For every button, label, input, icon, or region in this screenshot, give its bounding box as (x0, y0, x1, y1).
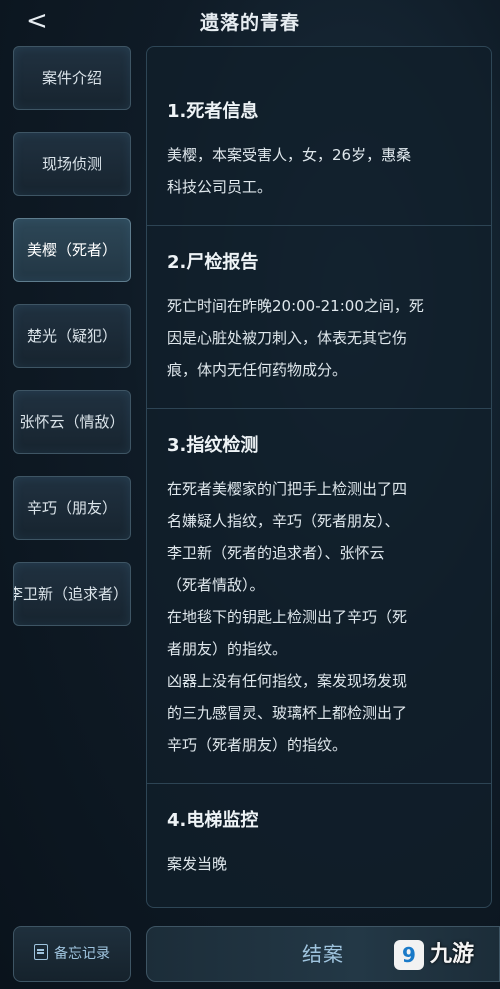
text-line: 案发当晚 (167, 855, 228, 873)
section-title-fingerprint: 3.指纹检测 (167, 435, 259, 456)
logo-text: 九游 (430, 942, 475, 967)
text-line: 死亡时间在昨晚20:00-21:00之间，死 (167, 297, 424, 315)
memo-button[interactable]: 备忘记录 (13, 926, 131, 982)
text-line: 李卫新（死者的追求者）、张怀云 (167, 544, 385, 562)
section-body-autopsy: 死亡时间在昨晚20:00-21:00之间，死 因是心脏处被刀刺入，体表无其它伤 … (167, 290, 475, 386)
section-title-elevator: 4.电梯监控 (167, 810, 259, 831)
text-line: 在死者美樱家的门把手上检测出了四 (167, 480, 408, 498)
sidebar-item-chuguang[interactable]: 楚光（疑犯） (13, 304, 131, 368)
section-divider (147, 225, 491, 226)
watermark-logo: 9 九游 (394, 936, 494, 976)
text-line: 辛巧（死者朋友）的指纹。 (167, 736, 348, 754)
case-detail-content: 1.死者信息 美樱，本案受害人，女，26岁，惠桑 科技公司员工。 2.尸检报告 … (147, 97, 491, 880)
text-line: 的三九感冒灵、玻璃杯上都检测出了 (167, 704, 408, 722)
text-line: 痕，体内无任何药物成分。 (167, 361, 348, 379)
sidebar-item-case-intro[interactable]: 案件介绍 (13, 46, 131, 110)
sidebar-item-zhanghuaiyun[interactable]: 张怀云（情敌） (13, 390, 131, 454)
section-body-fingerprint: 在死者美樱家的门把手上检测出了四 名嫌疑人指纹，辛巧（死者朋友）、 李卫新（死者… (167, 473, 475, 761)
page-title: 遗落的青春 (199, 12, 300, 34)
sidebar-item-liweixin[interactable]: 李卫新（追求者） (13, 562, 131, 626)
section-divider (147, 408, 491, 409)
section-body-elevator: 案发当晚 (167, 848, 475, 880)
case-detail-panel[interactable]: 1.死者信息 美樱，本案受害人，女，26岁，惠桑 科技公司员工。 2.尸检报告 … (146, 46, 492, 908)
top-bar: < 遗落的青春 (0, 0, 500, 42)
section-divider (147, 783, 491, 784)
text-line: 名嫌疑人指纹，辛巧（死者朋友）、 (167, 512, 400, 530)
text-line: 在地毯下的钥匙上检测出了辛巧（死 (167, 608, 408, 626)
logo-badge-icon: 9 (394, 940, 424, 970)
text-line: 者朋友）的指纹。 (167, 640, 288, 658)
sidebar-item-xinqiao[interactable]: 辛巧（朋友） (13, 476, 131, 540)
text-line: 科技公司员工。 (167, 178, 273, 196)
memo-label: 备忘记录 (54, 946, 110, 962)
text-line: 凶器上没有任何指纹，案发现场发现 (167, 672, 408, 690)
text-line: 因是心脏处被刀刺入，体表无其它伤 (167, 329, 408, 347)
sidebar-item-scene-investigation[interactable]: 现场侦测 (13, 132, 131, 196)
section-title-victim-info: 1.死者信息 (167, 101, 259, 122)
section-title-autopsy: 2.尸检报告 (167, 252, 259, 273)
text-line: （死者情敌）。 (167, 576, 265, 594)
notebook-icon (34, 944, 48, 960)
section-body-victim-info: 美樱，本案受害人，女，26岁，惠桑 科技公司员工。 (167, 139, 475, 203)
sidebar-item-meiying[interactable]: 美樱（死者） (13, 218, 131, 282)
text-line: 美樱，本案受害人，女，26岁，惠桑 (167, 146, 412, 164)
